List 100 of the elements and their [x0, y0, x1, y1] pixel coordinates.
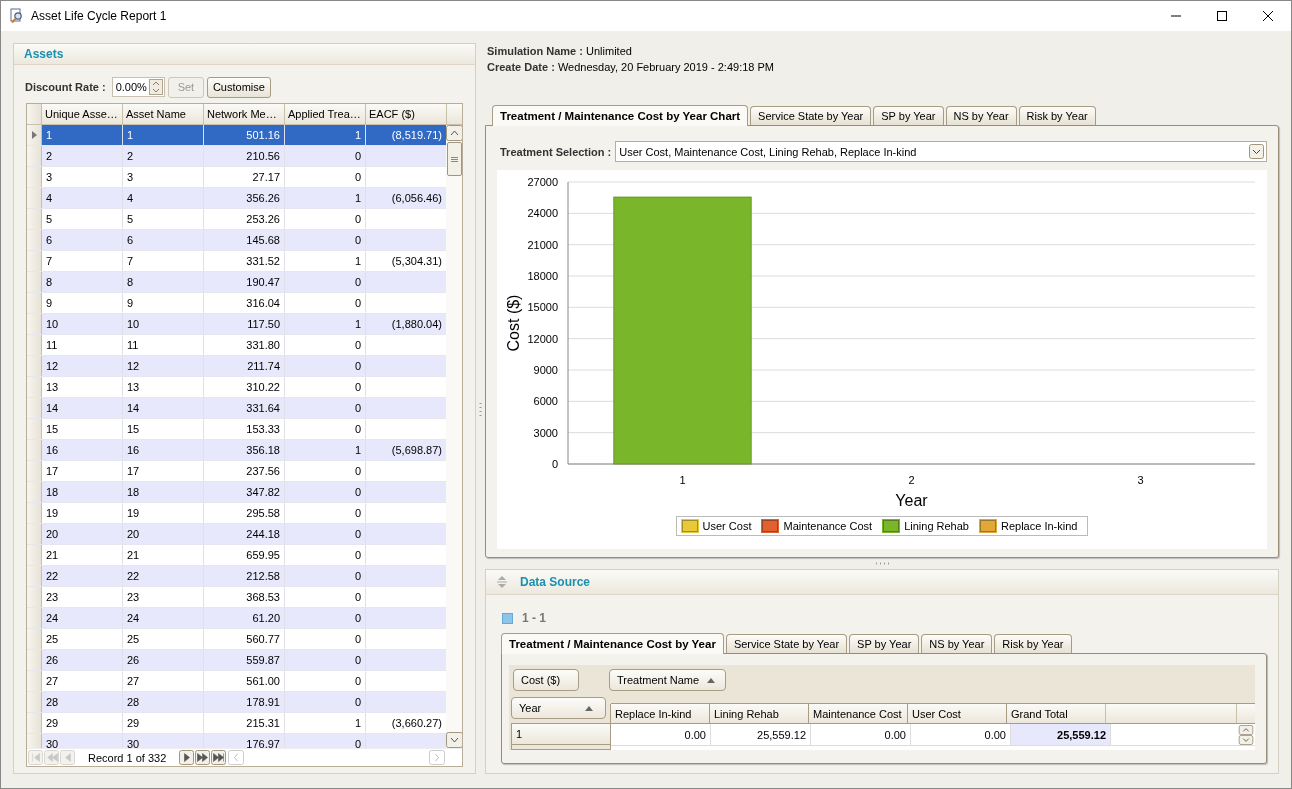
- table-row[interactable]: 26 26 559.87 0: [27, 650, 446, 671]
- tab[interactable]: NS by Year: [921, 634, 993, 653]
- table-row[interactable]: 18 18 347.82 0: [27, 482, 446, 503]
- row-selector[interactable]: [27, 293, 42, 313]
- tab[interactable]: Risk by Year: [994, 634, 1072, 653]
- table-row[interactable]: 30 30 176.97 0: [27, 734, 446, 748]
- tab[interactable]: Risk by Year: [1018, 106, 1096, 125]
- row-selector[interactable]: [27, 314, 42, 334]
- row-selector[interactable]: [27, 587, 42, 607]
- table-row[interactable]: 8 8 190.47 0: [27, 272, 446, 293]
- table-row[interactable]: 12 12 211.74 0: [27, 356, 446, 377]
- row-selector[interactable]: [27, 503, 42, 523]
- table-row[interactable]: 21 21 659.95 0: [27, 545, 446, 566]
- scroll-up-icon[interactable]: [1238, 725, 1254, 735]
- collapse-icon[interactable]: [496, 575, 508, 589]
- table-row[interactable]: 4 4 356.26 1 (6,056.46): [27, 188, 446, 209]
- column-header[interactable]: Replace In-kind: [610, 704, 710, 723]
- tab[interactable]: SP by Year: [873, 106, 944, 125]
- row-selector[interactable]: [27, 146, 42, 166]
- column-header[interactable]: Applied Trea…: [285, 104, 366, 124]
- treatment-selection-dropdown[interactable]: User Cost, Maintenance Cost, Lining Rehab, Replace In-kind: [615, 141, 1267, 162]
- row-header[interactable]: 1: [511, 723, 611, 745]
- table-row[interactable]: 19 19 295.58 0: [27, 503, 446, 524]
- discount-rate-field[interactable]: 0.00%: [111, 77, 165, 97]
- horizontal-scrollbar[interactable]: [228, 750, 445, 765]
- row-selector[interactable]: [27, 230, 42, 250]
- row-selector[interactable]: [27, 566, 42, 586]
- row-selector[interactable]: [27, 188, 42, 208]
- column-header[interactable]: Lining Rehab: [709, 704, 809, 723]
- table-row[interactable]: 29 29 215.31 1 (3,660.27): [27, 713, 446, 734]
- row-selector[interactable]: [27, 524, 42, 544]
- last-icon[interactable]: [211, 750, 227, 765]
- table-row[interactable]: 1 1 501.16 1 (8,519.71): [27, 125, 446, 146]
- tab[interactable]: Service State by Year: [725, 634, 848, 653]
- row-selector[interactable]: [27, 629, 42, 649]
- table-row[interactable]: 24 24 61.20 0: [27, 608, 446, 629]
- row-selector[interactable]: [27, 671, 42, 691]
- next-page-icon[interactable]: [195, 750, 211, 765]
- table-row[interactable]: 25 25 560.77 0: [27, 629, 446, 650]
- maximize-icon[interactable]: [1216, 10, 1228, 22]
- row-selector[interactable]: [27, 356, 42, 376]
- row-selector[interactable]: [27, 167, 42, 187]
- row-selector[interactable]: [27, 734, 42, 748]
- table-row[interactable]: 15 15 153.33 0: [27, 419, 446, 440]
- table-row[interactable]: 10 10 117.50 1 (1,880.04): [27, 314, 446, 335]
- spin-arrows-icon[interactable]: [148, 79, 163, 95]
- column-header[interactable]: Network Me…: [204, 104, 285, 124]
- table-row[interactable]: 7 7 331.52 1 (5,304.31): [27, 251, 446, 272]
- vertical-scrollbar[interactable]: [446, 125, 462, 748]
- row-selector[interactable]: [27, 209, 42, 229]
- table-row[interactable]: 3 3 27.17 0: [27, 167, 446, 188]
- tab[interactable]: Service State by Year: [750, 106, 872, 125]
- row-selector[interactable]: [27, 440, 42, 460]
- column-header[interactable]: User Cost: [907, 704, 1007, 723]
- row-selector[interactable]: [27, 692, 42, 712]
- table-row[interactable]: 22 22 212.58 0: [27, 566, 446, 587]
- table-row[interactable]: 23 23 368.53 0: [27, 587, 446, 608]
- table-row[interactable]: 6 6 145.68 0: [27, 230, 446, 251]
- table-row[interactable]: 2 2 210.56 0: [27, 146, 446, 167]
- column-header[interactable]: EACF ($): [366, 104, 447, 124]
- tab[interactable]: SP by Year: [849, 634, 920, 653]
- column-header[interactable]: Grand Total: [1006, 704, 1106, 723]
- scroll-right-icon[interactable]: [429, 750, 445, 765]
- close-icon[interactable]: [1262, 10, 1274, 22]
- table-row[interactable]: 20 20 244.18 0: [27, 524, 446, 545]
- row-selector[interactable]: [27, 335, 42, 355]
- row-field-button[interactable]: Year: [511, 697, 606, 719]
- row-selector[interactable]: [27, 125, 42, 145]
- row-selector[interactable]: [27, 713, 42, 733]
- column-field-button[interactable]: Treatment Name: [609, 669, 727, 691]
- scroll-down-icon[interactable]: [1238, 735, 1254, 745]
- next-icon[interactable]: [179, 750, 195, 765]
- row-selector[interactable]: [27, 398, 42, 418]
- customise-button[interactable]: Customise: [206, 76, 271, 98]
- column-header[interactable]: Asset Name: [123, 104, 204, 124]
- scroll-up-icon[interactable]: [446, 125, 462, 141]
- row-selector[interactable]: [27, 650, 42, 670]
- table-row[interactable]: 5 5 253.26 0: [27, 209, 446, 230]
- table-row[interactable]: 17 17 237.56 0: [27, 461, 446, 482]
- table-row[interactable]: 13 13 310.22 0: [27, 377, 446, 398]
- table-row[interactable]: 27 27 561.00 0: [27, 671, 446, 692]
- table-row[interactable]: 28 28 178.91 0: [27, 692, 446, 713]
- table-row[interactable]: 11 11 331.80 0: [27, 335, 446, 356]
- column-header[interactable]: Unique Asse…: [42, 104, 123, 124]
- row-selector[interactable]: [27, 608, 42, 628]
- dropdown-caret-icon[interactable]: [1249, 144, 1264, 159]
- row-selector[interactable]: [27, 461, 42, 481]
- column-header[interactable]: Maintenance Cost: [808, 704, 908, 723]
- row-selector[interactable]: [27, 545, 42, 565]
- data-field-button[interactable]: Cost ($): [513, 669, 579, 691]
- table-row[interactable]: 9 9 316.04 0: [27, 293, 446, 314]
- table-row[interactable]: 16 16 356.18 1 (5,698.87): [27, 440, 446, 461]
- tab[interactable]: NS by Year: [945, 106, 1017, 125]
- row-selector[interactable]: [27, 482, 42, 502]
- row-selector[interactable]: [27, 251, 42, 271]
- row-selector[interactable]: [27, 377, 42, 397]
- tab[interactable]: Treatment / Maintenance Cost by Year: [501, 633, 724, 654]
- row-selector[interactable]: [27, 272, 42, 292]
- scroll-down-icon[interactable]: [446, 732, 462, 748]
- tab[interactable]: Treatment / Maintenance Cost by Year Chart: [492, 105, 749, 126]
